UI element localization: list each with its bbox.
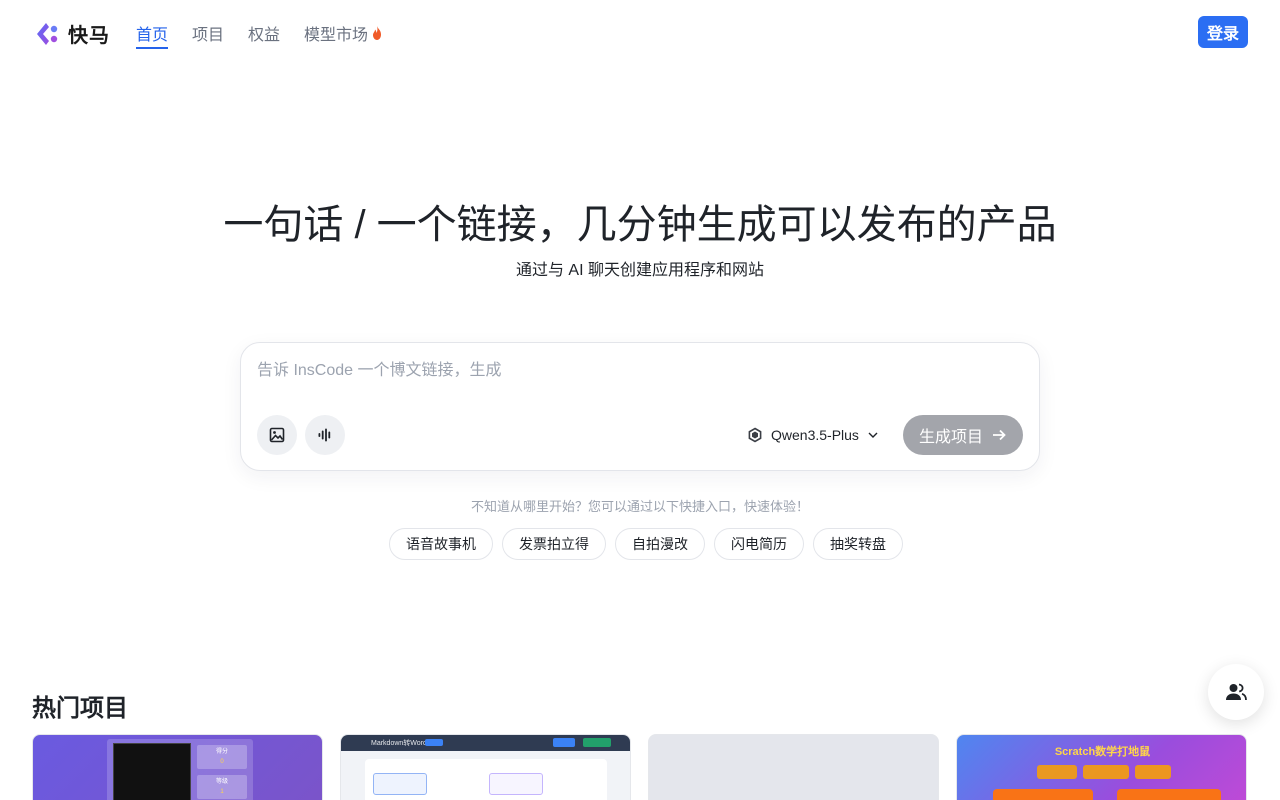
nav-benefits-label: 权益 [248,27,281,44]
score-value: 0 [220,759,224,765]
nav-projects[interactable]: 项目 [192,20,224,46]
chevron-down-icon [868,432,878,438]
hero-subtitle: 通过与 AI 聊天创建应用程序和网站 [515,262,764,279]
chip-selfie-comic[interactable]: 自拍漫改 [615,528,705,560]
project-card[interactable]: Markdown转Word [340,734,631,800]
chip-voice-story[interactable]: 语音故事机 [389,528,493,560]
nav-model-market-label: 模型市场 [304,27,369,44]
generate-label: 生成项目 [918,429,983,446]
project-card[interactable] [648,734,939,800]
card-preview-btn [583,738,611,747]
card-preview-topbar: Markdown转Word [341,735,630,751]
top-header: 快马 首页 项目 权益 模型市场 登录 [0,0,1280,64]
fire-icon [373,26,382,40]
image-icon [269,427,285,443]
nav-model-market[interactable]: 模型市场 [304,20,383,46]
card-preview-btn [553,738,575,747]
model-name: Qwen3.5-Plus [771,427,859,443]
users-icon [1226,683,1247,701]
main-nav: 首页 项目 权益 模型市场 [136,20,383,49]
logo-icon [37,22,58,45]
card-preview-badge [425,739,443,746]
popular-projects-title: 热门项目 [32,695,128,722]
nav-benefits[interactable]: 权益 [248,20,280,46]
brand-logo[interactable]: 快马 [34,19,110,48]
login-button[interactable]: 登录 [1198,16,1248,48]
nav-projects-label: 项目 [192,27,225,44]
community-float-button[interactable] [1208,664,1264,720]
game-board [113,743,191,800]
prompt-input[interactable] [257,359,1017,383]
card-preview-option [373,773,427,795]
score-panel: 得分 0 [197,745,247,769]
arrow-right-icon [993,429,1006,441]
voice-input-button[interactable] [305,415,345,455]
generate-project-button[interactable]: 生成项目 [903,415,1023,455]
model-select[interactable]: Qwen3.5-Plus [747,423,879,447]
score-label: 得分 [215,749,228,755]
quick-start-hint: 不知道从哪里开始？您可以通过以下快捷入口，快速体验！ [470,499,809,514]
qwen-logo-icon [748,427,762,443]
chip-flash-resume[interactable]: 闪电简历 [714,528,804,560]
level-value: 1 [220,789,224,795]
card-preview-stat [1135,765,1171,779]
chip-lottery-wheel[interactable]: 抽奖转盘 [813,528,903,560]
card-preview-stat [1083,765,1129,779]
level-panel: 等级 1 [197,775,247,799]
card-preview-title: Markdown转Word [371,740,427,747]
card-preview-btn [1117,789,1221,800]
nav-home[interactable]: 首页 [136,20,169,49]
level-label: 等级 [215,779,228,785]
card-preview-stat [1037,765,1077,779]
card-preview: 得分 0 等级 1 [107,739,253,800]
upload-image-button[interactable] [257,415,297,455]
card-preview-title: Scratch数学打地鼠 [1054,746,1151,758]
hero-title: 一句话 / 一个链接，几分钟生成可以发布的产品 [223,203,1057,247]
nav-home-label: 首页 [136,27,169,44]
card-preview-btn [993,789,1093,800]
project-card[interactable]: Scratch数学打地鼠 [956,734,1247,800]
voice-icon [318,428,331,442]
quick-start-chips: 语音故事机 发票拍立得 自拍漫改 闪电简历 抽奖转盘 [389,528,903,560]
brand-name: 快马 [68,25,110,47]
prompt-card: Qwen3.5-Plus 生成项目 [240,342,1040,471]
chip-invoice-snap[interactable]: 发票拍立得 [502,528,606,560]
card-preview-option [489,773,543,795]
project-card[interactable]: 得分 0 等级 1 [32,734,323,800]
card-preview-body [365,759,607,800]
